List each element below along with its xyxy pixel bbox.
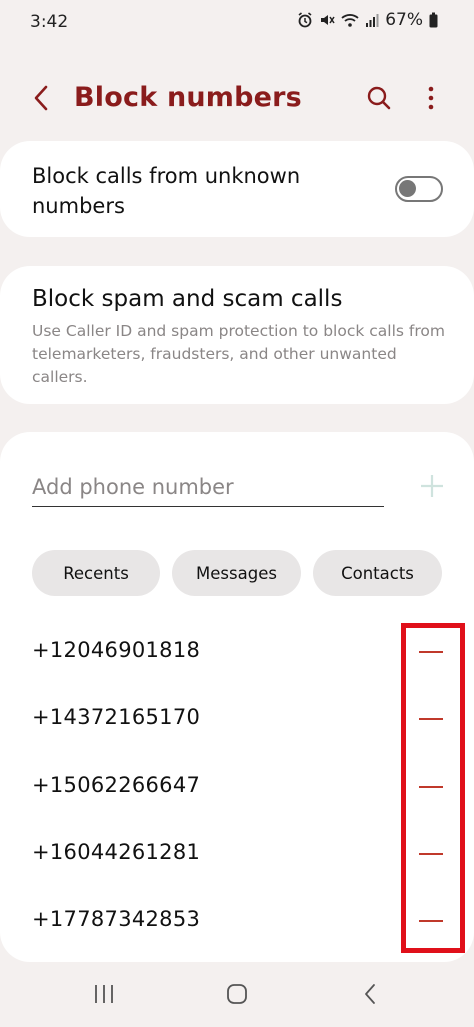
blocked-number: +14372165170	[32, 705, 201, 729]
toggle-knob	[399, 180, 416, 197]
chevron-left-icon	[32, 84, 50, 116]
alarm-icon	[297, 12, 313, 28]
nav-recents-button[interactable]	[84, 980, 124, 1012]
mute-icon	[319, 12, 335, 28]
block-spam-card[interactable]: Block spam and scam calls Use Caller ID …	[0, 266, 474, 404]
status-time: 3:42	[30, 12, 69, 32]
nav-home-button[interactable]	[217, 980, 257, 1012]
recents-chip[interactable]: Recents	[32, 550, 160, 596]
status-bar: 3:42 67%	[0, 0, 474, 46]
recent-apps-icon	[93, 984, 115, 1008]
messages-chip[interactable]: Messages	[172, 550, 301, 596]
app-bar: Block numbers	[0, 70, 474, 130]
block-spam-description: Use Caller ID and spam protection to blo…	[32, 322, 445, 386]
block-spam-title: Block spam and scam calls	[32, 286, 343, 312]
blocked-number: +12046901818	[32, 638, 201, 662]
search-icon	[366, 85, 392, 115]
signal-icon	[365, 12, 379, 28]
wifi-icon	[341, 12, 359, 28]
system-nav-bar	[0, 966, 474, 1027]
status-icons: 67%	[297, 10, 438, 30]
page-title: Block numbers	[74, 82, 302, 113]
search-button[interactable]	[362, 82, 396, 118]
blocked-number: +17787342853	[32, 907, 201, 931]
blocked-number: +15062266647	[32, 773, 201, 797]
nav-back-button[interactable]	[350, 980, 390, 1012]
home-icon	[226, 983, 248, 1009]
battery-percent: 67%	[385, 10, 423, 30]
more-options-button[interactable]	[418, 82, 444, 118]
block-unknown-toggle[interactable]	[395, 176, 443, 202]
highlight-annotation-box	[401, 623, 465, 953]
back-button[interactable]	[26, 82, 56, 118]
block-unknown-label: Block calls from unknown numbers	[32, 164, 301, 218]
plus-icon	[418, 475, 446, 504]
back-arrow-icon	[363, 983, 377, 1009]
battery-icon	[429, 12, 438, 28]
add-phone-number-input[interactable]	[32, 467, 384, 507]
add-number-button[interactable]	[418, 472, 446, 500]
contacts-chip[interactable]: Contacts	[313, 550, 442, 596]
blocked-number: +16044261281	[32, 840, 201, 864]
more-vertical-icon	[428, 86, 434, 114]
